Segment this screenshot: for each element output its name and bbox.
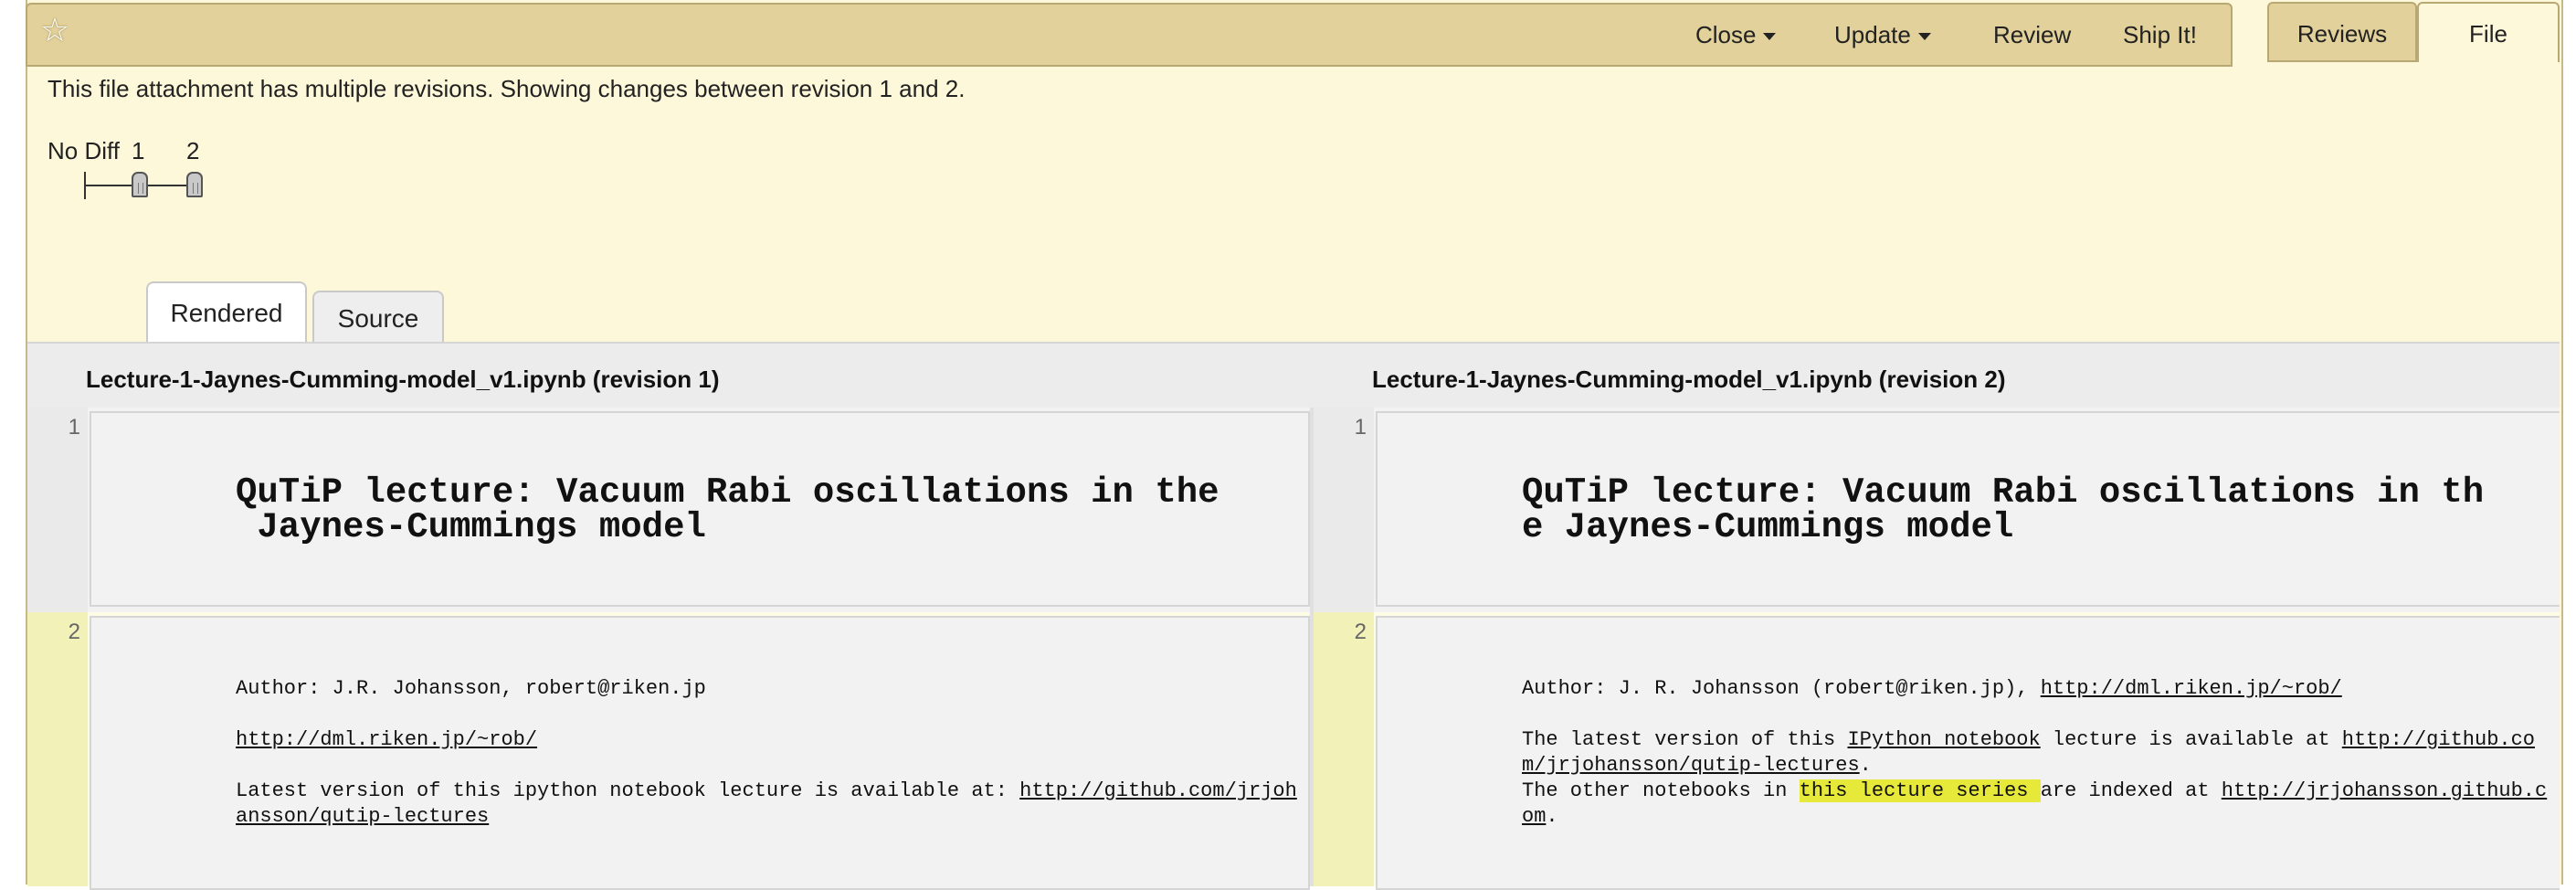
line-number: 2 xyxy=(1314,612,1374,886)
star-icon[interactable]: ☆ xyxy=(37,12,73,48)
left-url-link[interactable]: http://dml.riken.jp/~rob/ xyxy=(236,728,537,751)
right-latest-line: The latest version of this IPython noteb… xyxy=(1522,727,2535,779)
close-menu[interactable]: Close xyxy=(1695,5,1777,65)
left-cell: Author: J.R. Johansson, robert@riken.jp … xyxy=(90,616,1310,890)
ipython-notebook-link[interactable]: IPython notebook xyxy=(1847,728,2040,751)
chevron-down-icon xyxy=(1763,33,1777,41)
tab-rendered-label: Rendered xyxy=(170,299,283,327)
left-file-name: Lecture-1-Jaynes-Cumming-model_v1.ipynb … xyxy=(86,366,720,393)
right-other-line: The other notebooks in this lecture seri… xyxy=(1522,779,2547,830)
close-menu-label: Close xyxy=(1695,21,1757,48)
right-github-link[interactable]: http://github.co xyxy=(2342,728,2535,751)
ship-it-button-label: Ship It! xyxy=(2123,21,2197,48)
right-other-prefix: The other notebooks in xyxy=(1522,779,1800,802)
left-latest-line: Latest version of this ipython notebook … xyxy=(236,779,1297,830)
update-menu[interactable]: Update xyxy=(1834,5,1931,65)
left-cell: QuTiP lecture: Vacuum Rabi oscillations … xyxy=(90,411,1310,607)
revision-notice: This file attachment has multiple revisi… xyxy=(48,75,966,102)
diff-row: 1 1 QuTiP lecture: Vacuum Rabi oscillati… xyxy=(27,408,2560,612)
tab-file[interactable]: File xyxy=(2417,2,2560,62)
chevron-down-icon xyxy=(1917,33,1931,41)
right-author-text: Author: J. R. Johansson (robert@riken.jp… xyxy=(1522,677,2041,700)
review-button-label: Review xyxy=(1993,21,2072,48)
right-other-mid: are indexed at xyxy=(2040,779,2222,802)
right-github-link-cont[interactable]: m/jrjohansson/qutip-lectures xyxy=(1522,754,1860,777)
tab-reviews[interactable]: Reviews xyxy=(2267,2,2417,62)
update-menu-label: Update xyxy=(1834,21,1911,48)
right-index-link-cont[interactable]: om xyxy=(1522,805,1546,828)
left-author: Author: J.R. Johansson, robert@riken.jp xyxy=(236,677,706,700)
right-author-line: Author: J. R. Johansson (robert@riken.jp… xyxy=(1522,676,2342,702)
revision-1-label[interactable]: 1 xyxy=(132,137,144,165)
tab-source[interactable]: Source xyxy=(312,291,444,344)
right-author-link[interactable]: http://dml.riken.jp/~rob/ xyxy=(2041,677,2342,700)
period: . xyxy=(1859,754,1872,777)
diff-header: Lecture-1-Jaynes-Cumming-model_v1.ipynb … xyxy=(27,342,2560,411)
left-title: QuTiP lecture: Vacuum Rabi oscillations … xyxy=(236,475,1219,547)
right-latest-mid: lecture is available at xyxy=(2040,728,2342,751)
inserted-text-highlight: this lecture series xyxy=(1799,779,2041,802)
review-button[interactable]: Review xyxy=(1993,5,2071,65)
line-number: 1 xyxy=(1314,408,1374,612)
period: . xyxy=(1546,805,1558,828)
line-number: 1 xyxy=(27,408,88,612)
revision-2-label[interactable]: 2 xyxy=(186,137,199,165)
revision-1-handle[interactable] xyxy=(132,172,148,197)
tab-reviews-label: Reviews xyxy=(2296,20,2388,48)
right-title-line-2: e Jaynes-Cummings model xyxy=(1522,507,2014,547)
right-cell: QuTiP lecture: Vacuum Rabi oscillations … xyxy=(1376,411,2560,607)
diff-row: 2 2 Author: J.R. Johansson, robert@riken… xyxy=(27,612,2560,890)
right-title: QuTiP lecture: Vacuum Rabi oscillations … xyxy=(1522,475,2484,547)
no-diff-label[interactable]: No Diff xyxy=(48,137,120,165)
right-latest-prefix: The latest version of this xyxy=(1522,728,1848,751)
left-github-link[interactable]: http://github.com/jrjoh xyxy=(1019,779,1297,802)
tab-source-label: Source xyxy=(337,304,419,333)
tab-rendered[interactable]: Rendered xyxy=(146,281,307,344)
left-url-line: http://dml.riken.jp/~rob/ xyxy=(236,727,537,753)
line-number: 2 xyxy=(27,612,88,886)
ship-it-button[interactable]: Ship It! xyxy=(2123,5,2197,65)
right-cell: Author: J. R. Johansson (robert@riken.jp… xyxy=(1376,616,2560,890)
left-title-line-2: Jaynes-Cummings model xyxy=(236,507,706,547)
review-toolbar: ☆ Close Update Review Ship It! xyxy=(26,3,2233,67)
tab-file-label: File xyxy=(2469,20,2507,48)
right-file-name: Lecture-1-Jaynes-Cumming-model_v1.ipynb … xyxy=(1372,366,2006,393)
revision-2-handle[interactable] xyxy=(186,172,203,197)
right-index-link[interactable]: http://jrjohansson.github.c xyxy=(2222,779,2547,802)
left-github-link-cont[interactable]: ansson/qutip-lectures xyxy=(236,805,489,828)
left-latest-text: Latest version of this ipython notebook … xyxy=(236,779,1020,802)
